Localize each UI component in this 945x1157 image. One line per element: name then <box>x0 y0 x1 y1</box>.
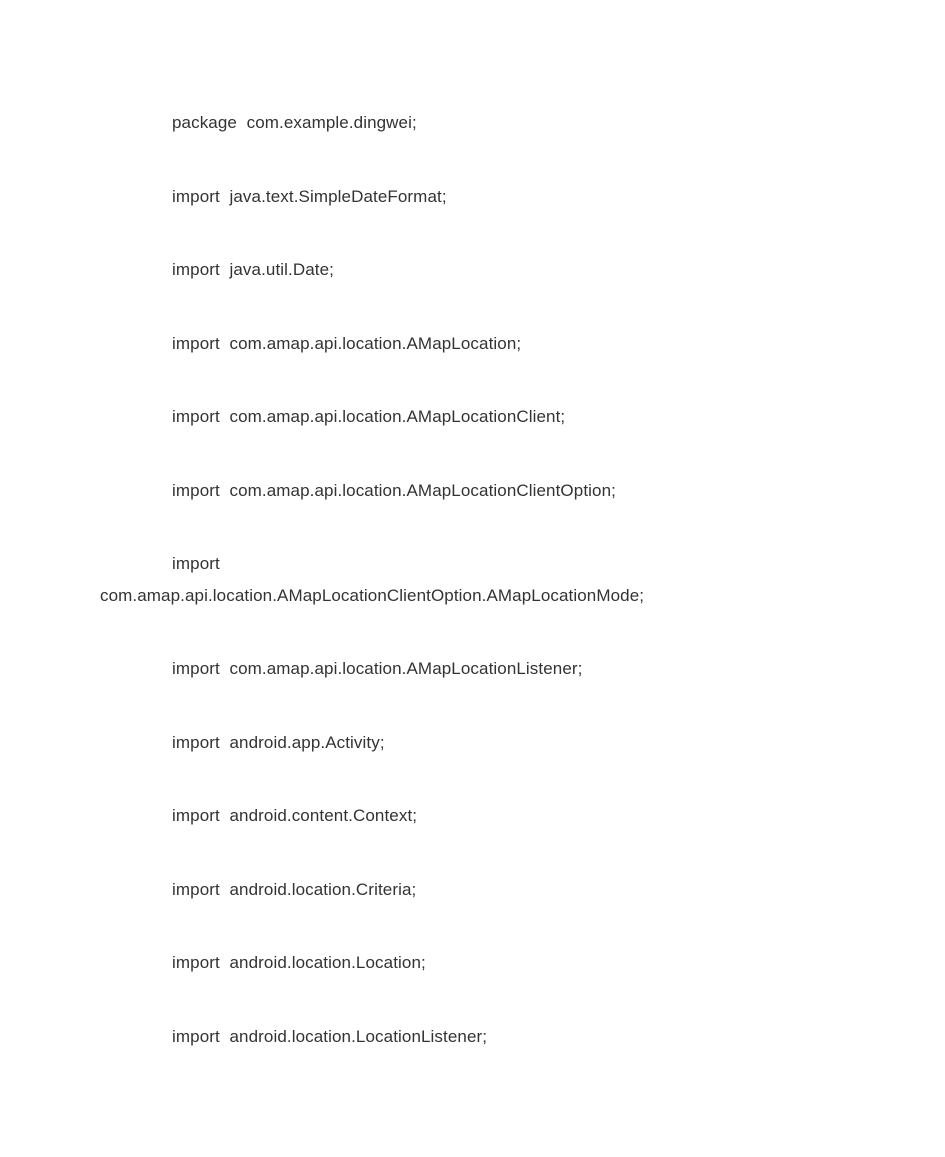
code-line: import com.amap.api.location.AMapLocatio… <box>172 656 875 682</box>
document-page: package com.example.dingwei; import java… <box>0 0 945 1157</box>
code-line: import android.location.Location; <box>172 950 875 976</box>
code-line: import android.location.LocationListener… <box>172 1024 875 1050</box>
code-line: import android.content.Context; <box>172 803 875 829</box>
code-line-wrapped-end: com.amap.api.location.AMapLocationClient… <box>100 583 875 609</box>
code-line: import java.util.Date; <box>172 257 875 283</box>
code-line: import com.amap.api.location.AMapLocatio… <box>172 404 875 430</box>
code-line: package com.example.dingwei; <box>172 110 875 136</box>
code-line: import android.location.Criteria; <box>172 877 875 903</box>
code-line-wrapped-start: import <box>172 551 875 577</box>
code-line: import com.amap.api.location.AMapLocatio… <box>172 331 875 357</box>
code-line: import com.amap.api.location.AMapLocatio… <box>172 478 875 504</box>
code-line: import android.app.Activity; <box>172 730 875 756</box>
code-line: import java.text.SimpleDateFormat; <box>172 184 875 210</box>
